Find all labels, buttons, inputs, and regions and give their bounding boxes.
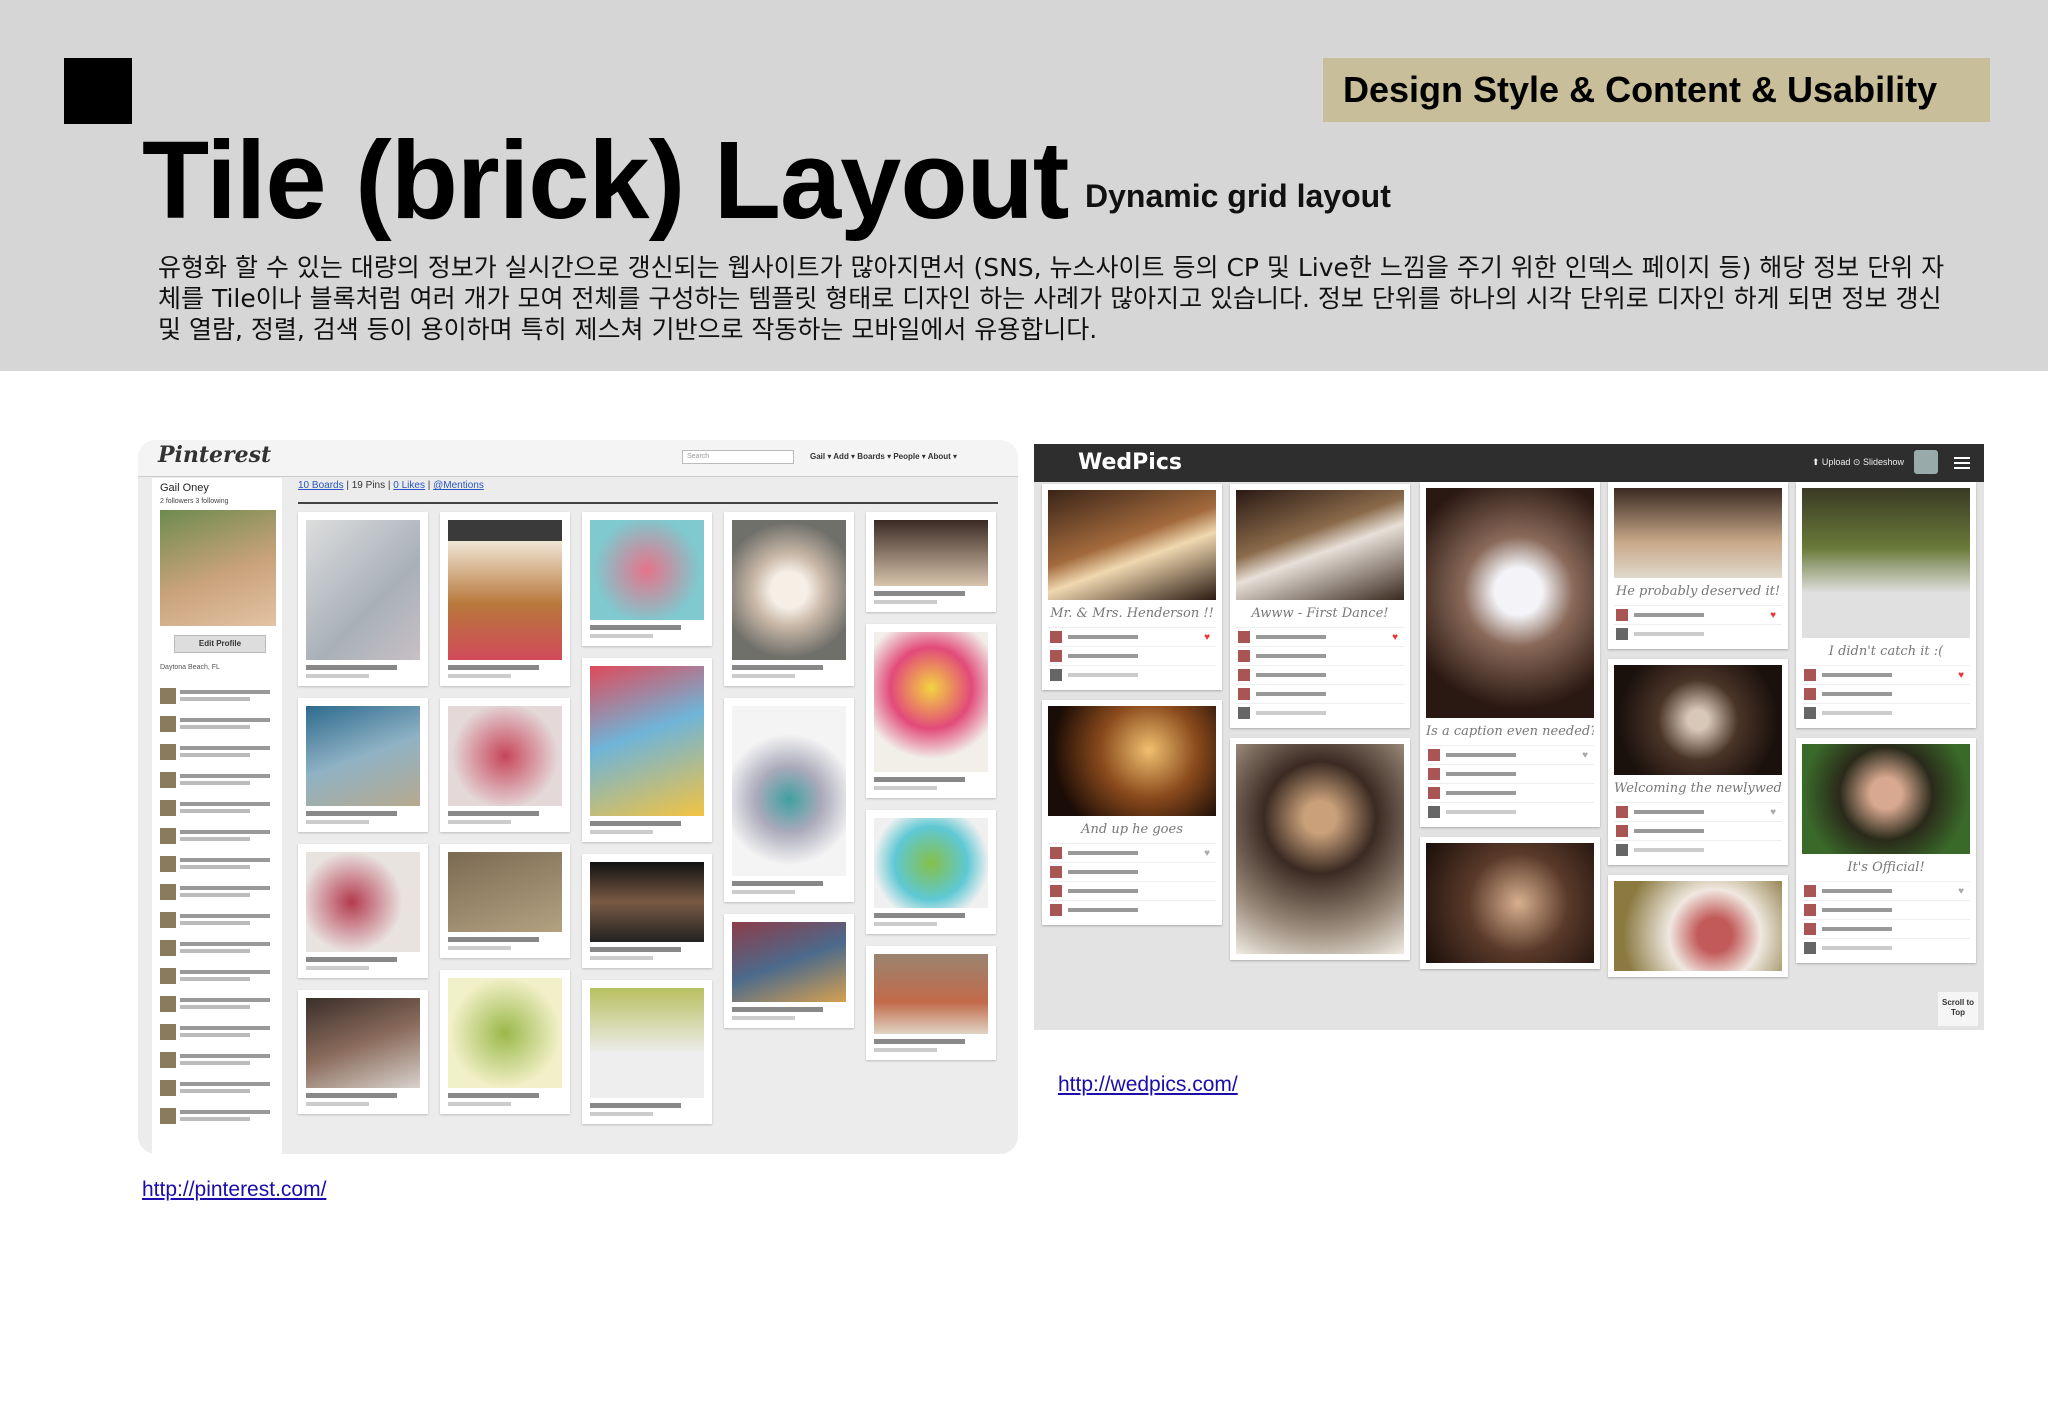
photo-card bbox=[1608, 875, 1788, 977]
activity-item bbox=[160, 1050, 276, 1074]
pin-card bbox=[298, 844, 428, 978]
category-label: Design Style & Content & Usability bbox=[1343, 69, 1938, 110]
activity-item bbox=[160, 1078, 276, 1102]
photo-card: I didn't catch it :( ♥ bbox=[1796, 482, 1976, 728]
photo-caption: Welcoming the newlyweds! bbox=[1614, 781, 1782, 796]
pin-column bbox=[866, 512, 996, 1072]
pinterest-tabs: 10 Boards | 19 Pins | 0 Likes | @Mention… bbox=[298, 480, 998, 504]
scroll-to-top-button: Scroll to Top bbox=[1938, 992, 1978, 1026]
activity-item bbox=[160, 826, 276, 850]
photo-card: Is a caption even needed?! ♥ bbox=[1420, 482, 1600, 827]
photo-caption: And up he goes bbox=[1081, 822, 1183, 837]
description-text: 유형화 할 수 있는 대량의 정보가 실시간으로 갱신되는 웹사이트가 많아지면… bbox=[158, 253, 1945, 344]
pin-column bbox=[582, 512, 712, 1136]
pin-card bbox=[724, 914, 854, 1028]
photo-caption: Mr. & Mrs. Henderson !! bbox=[1050, 606, 1214, 621]
wedpics-column: Awww - First Dance! ♥ bbox=[1230, 484, 1410, 970]
page-title: Tile (brick) Layout bbox=[142, 119, 1069, 242]
wedpics-column: He probably deserved it! ♥ Welcoming the… bbox=[1608, 482, 1788, 987]
pin-card bbox=[582, 658, 712, 842]
pin-card bbox=[298, 512, 428, 686]
photo-card: He probably deserved it! ♥ bbox=[1608, 482, 1788, 649]
activity-item bbox=[160, 686, 276, 710]
category-badge: Design Style & Content & Usability bbox=[1323, 58, 1990, 122]
pinterest-menu: Gail ▾ Add ▾ Boards ▾ People ▾ About ▾ bbox=[810, 452, 958, 461]
wedpics-url-link[interactable]: http://wedpics.com/ bbox=[1058, 1073, 1238, 1097]
activity-feed bbox=[160, 686, 276, 1134]
profile-stats: 2 followers 3 following bbox=[160, 498, 229, 505]
pin-card bbox=[582, 854, 712, 968]
pinterest-url-link[interactable]: http://pinterest.com/ bbox=[142, 1178, 326, 1202]
photo-card bbox=[1420, 837, 1600, 969]
page-subtitle: Dynamic grid layout bbox=[1085, 178, 1391, 214]
pin-card bbox=[582, 512, 712, 646]
activity-item bbox=[160, 854, 276, 878]
edit-profile-button: Edit Profile bbox=[174, 635, 266, 653]
pin-column bbox=[724, 512, 854, 1040]
avatar bbox=[1914, 450, 1938, 474]
pinterest-logo: Pinterest bbox=[158, 442, 272, 468]
menu-icon bbox=[1954, 457, 1970, 469]
pin-card bbox=[440, 844, 570, 958]
photo-caption: It's Official! bbox=[1847, 860, 1925, 875]
profile-location: Daytona Beach, FL bbox=[160, 664, 220, 671]
pin-card bbox=[866, 946, 996, 1060]
tab-likes: 0 Likes bbox=[393, 480, 425, 491]
activity-item bbox=[160, 910, 276, 934]
pin-column bbox=[440, 512, 570, 1126]
pin-card bbox=[440, 698, 570, 832]
pin-card bbox=[866, 512, 996, 612]
wedpics-topbar: WedPics ⬆ Upload ⊙ Slideshow bbox=[1034, 444, 1984, 482]
pin-column bbox=[298, 512, 428, 1126]
activity-item bbox=[160, 882, 276, 906]
pin-card bbox=[724, 512, 854, 686]
activity-item bbox=[160, 1106, 276, 1130]
black-square-marker bbox=[64, 58, 132, 124]
wedpics-column: I didn't catch it :( ♥ It's Official! ♥ bbox=[1796, 482, 1976, 973]
activity-item bbox=[160, 966, 276, 990]
wedpics-screenshot: WedPics ⬆ Upload ⊙ Slideshow Mr. & Mrs. … bbox=[1034, 444, 1984, 1030]
activity-item bbox=[160, 714, 276, 738]
profile-name: Gail Oney bbox=[160, 482, 209, 494]
photo-caption: He probably deserved it! bbox=[1615, 584, 1781, 599]
tab-mentions: @Mentions bbox=[433, 480, 484, 491]
pin-card bbox=[298, 990, 428, 1114]
activity-item bbox=[160, 742, 276, 766]
photo-card: Mr. & Mrs. Henderson !! ♥ bbox=[1042, 484, 1222, 690]
pinterest-search-input: Search bbox=[682, 450, 794, 464]
wedpics-column: Is a caption even needed?! ♥ bbox=[1420, 482, 1600, 979]
pin-card bbox=[298, 698, 428, 832]
photo-caption: I didn't catch it :( bbox=[1828, 644, 1944, 659]
pin-card bbox=[440, 512, 570, 686]
photo-card: And up he goes ♥ bbox=[1042, 700, 1222, 925]
pinterest-profile-sidebar: Gail Oney 2 followers 3 following Edit P… bbox=[152, 478, 282, 1154]
activity-item bbox=[160, 798, 276, 822]
wedpics-nav: ⬆ Upload ⊙ Slideshow bbox=[1811, 457, 1904, 467]
pinterest-screenshot: Pinterest Search Gail ▾ Add ▾ Boards ▾ P… bbox=[138, 440, 1018, 1154]
photo-card: It's Official! ♥ bbox=[1796, 738, 1976, 963]
activity-item bbox=[160, 938, 276, 962]
tab-pins: 19 Pins bbox=[351, 480, 386, 491]
activity-item bbox=[160, 1022, 276, 1046]
slide-header: Design Style & Content & Usability Tile … bbox=[0, 0, 2048, 371]
tab-boards: 10 Boards bbox=[298, 480, 344, 491]
pin-card bbox=[440, 970, 570, 1114]
photo-card: Awww - First Dance! ♥ bbox=[1230, 484, 1410, 728]
photo-card bbox=[1230, 738, 1410, 960]
photo-caption: Awww - First Dance! bbox=[1251, 606, 1389, 621]
wedpics-column: Mr. & Mrs. Henderson !! ♥ And up he goes… bbox=[1042, 484, 1222, 935]
profile-avatar bbox=[160, 510, 276, 626]
photo-card: Welcoming the newlyweds! ♥ bbox=[1608, 659, 1788, 865]
activity-item bbox=[160, 994, 276, 1018]
activity-item bbox=[160, 770, 276, 794]
pin-card bbox=[582, 980, 712, 1124]
pin-card bbox=[866, 624, 996, 798]
wedpics-logo: WedPics bbox=[1078, 450, 1182, 475]
pin-card bbox=[866, 810, 996, 934]
photo-caption: Is a caption even needed?! bbox=[1426, 724, 1594, 739]
pin-card bbox=[724, 698, 854, 902]
pinterest-topbar: Pinterest Search Gail ▾ Add ▾ Boards ▾ P… bbox=[138, 440, 1018, 477]
